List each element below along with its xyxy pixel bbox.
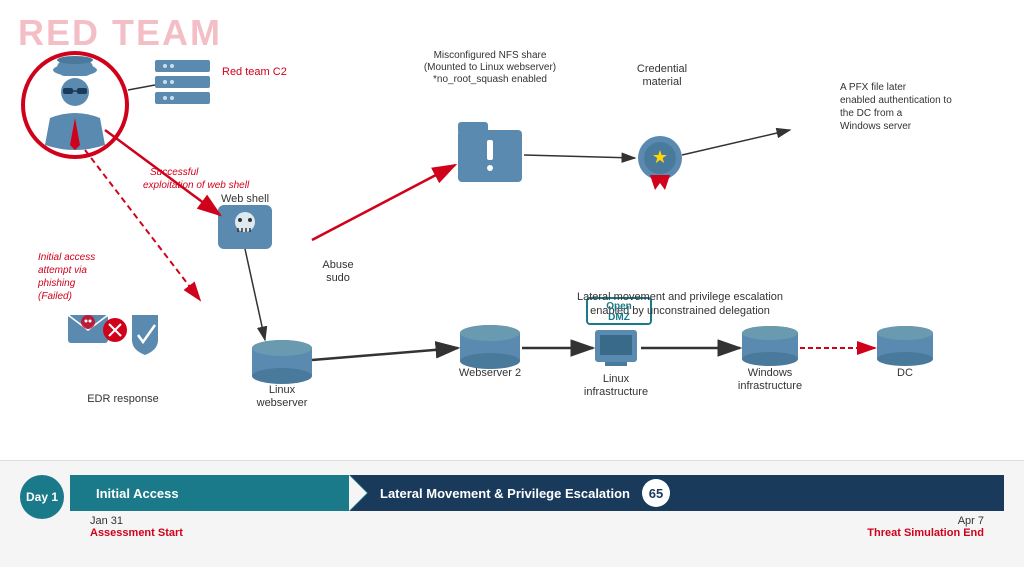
svg-text:DMZ: DMZ	[608, 312, 630, 323]
svg-text:exploitation of web shell: exploitation of web shell	[143, 180, 250, 191]
threat-end-label: Threat Simulation End	[867, 527, 984, 539]
svg-text:infrastructure: infrastructure	[584, 386, 648, 398]
svg-text:the DC from a: the DC from a	[840, 108, 903, 119]
main-container: RED TEAM	[0, 0, 1024, 567]
svg-text:Linux: Linux	[269, 384, 296, 396]
assessment-start-label: Assessment Start	[90, 527, 183, 539]
timeline-bar: Day 1 Initial Access Lateral Movement & …	[0, 460, 1024, 567]
svg-text:DC: DC	[897, 367, 913, 379]
svg-text:webserver: webserver	[256, 397, 308, 409]
svg-text:sudo: sudo	[326, 272, 350, 284]
svg-text:Initial access: Initial access	[38, 252, 95, 263]
svg-text:Misconfigured NFS share: Misconfigured NFS share	[434, 50, 547, 61]
svg-text:Windows server: Windows server	[840, 121, 912, 132]
svg-text:phishing: phishing	[37, 278, 76, 289]
initial-access-segment: Initial Access	[70, 475, 350, 511]
svg-text:infrastructure: infrastructure	[738, 380, 802, 392]
lateral-movement-segment: Lateral Movement & Privilege Escalation …	[350, 475, 1004, 511]
diagram-svg: ★	[0, 0, 1024, 460]
svg-text:EDR response: EDR response	[87, 393, 159, 405]
svg-text:Webserver 2: Webserver 2	[459, 367, 521, 379]
svg-text:enabled authentication to: enabled authentication to	[840, 95, 952, 106]
start-date: Jan 31 Assessment Start	[90, 515, 183, 539]
svg-text:*no_root_squash enabled: *no_root_squash enabled	[433, 74, 547, 85]
red-team-watermark: RED TEAM	[18, 12, 222, 54]
svg-text:A PFX file later: A PFX file later	[840, 82, 907, 93]
svg-text:attempt via: attempt via	[38, 265, 87, 276]
svg-text:Credential: Credential	[637, 63, 687, 75]
svg-text:Red team C2: Red team C2	[222, 66, 287, 78]
svg-text:Abuse: Abuse	[322, 259, 353, 271]
svg-text:Linux: Linux	[603, 373, 630, 385]
svg-text:Successful: Successful	[150, 167, 199, 178]
svg-text:material: material	[642, 76, 681, 88]
svg-text:(Mounted to Linux webserver): (Mounted to Linux webserver)	[424, 62, 556, 73]
svg-text:Windows: Windows	[748, 367, 793, 379]
lateral-movement-label: Lateral Movement & Privilege Escalation	[380, 486, 630, 501]
initial-access-label: Initial Access	[96, 486, 179, 501]
svg-text:Web shell: Web shell	[221, 193, 269, 205]
day-label: Day 1	[20, 475, 64, 519]
badge: 65	[642, 479, 670, 507]
svg-text:Open: Open	[606, 301, 632, 312]
svg-text:★: ★	[652, 147, 668, 167]
end-date: Apr 7 Threat Simulation End	[867, 515, 984, 539]
svg-text:(Failed): (Failed)	[38, 291, 72, 302]
